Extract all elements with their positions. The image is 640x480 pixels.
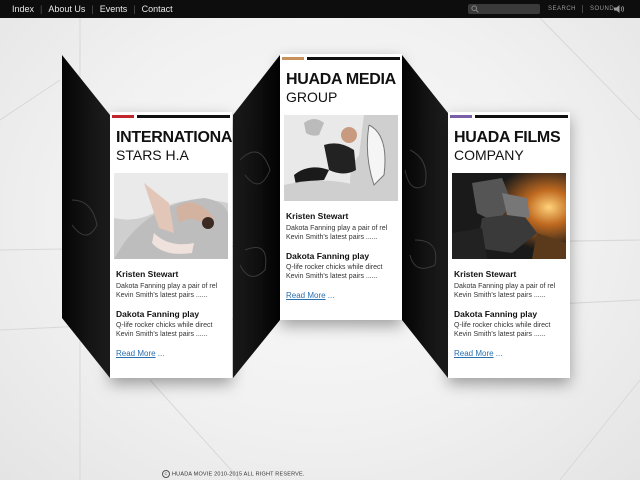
card-bar xyxy=(475,115,568,118)
card-subtitle: COMPANY xyxy=(454,147,524,163)
card-title: HUADA FILMS xyxy=(454,129,561,146)
card-bar xyxy=(137,115,230,118)
card-international-stars: INTERNATIONA STARS H.A Kristen Stewart D… xyxy=(110,112,232,378)
item-title[interactable]: Dakota Fanning play xyxy=(116,309,199,319)
item-title[interactable]: Kristen Stewart xyxy=(116,269,178,279)
card-photo[interactable] xyxy=(284,115,398,201)
card-title: HUADA MEDIA xyxy=(286,71,396,88)
read-more-link[interactable]: Read More ... xyxy=(454,349,502,358)
read-more-link[interactable]: Read More ... xyxy=(116,349,164,358)
card-subtitle: STARS H.A xyxy=(116,147,189,163)
item-title[interactable]: Kristen Stewart xyxy=(286,211,348,221)
item-text: Dakota Fanning play a pair of rel Kevin … xyxy=(286,225,388,241)
card-accent-bar xyxy=(450,115,472,118)
footer-copyright: C HUADA MOVIE 2010-2015 ALL RIGHT RESERVE… xyxy=(162,470,305,478)
photo-image xyxy=(114,173,228,259)
photo-image xyxy=(452,173,566,259)
item-title[interactable]: Dakota Fanning play xyxy=(454,309,537,319)
card-subtitle: GROUP xyxy=(286,89,338,105)
item-text: Q-life rocker chicks while direct Kevin … xyxy=(286,264,383,280)
copyright-icon: C xyxy=(162,470,170,478)
card-bar xyxy=(307,57,400,60)
card-title: INTERNATIONA xyxy=(116,129,233,146)
footer-text: HUADA MOVIE 2010-2015 ALL RIGHT RESERVE. xyxy=(172,471,305,478)
card-huada-films-company: HUADA FILMS COMPANY Kristen Stewart Dako… xyxy=(448,112,570,378)
card-huada-media-group: HUADA MEDIA GROUP Kristen Stewart Dakota… xyxy=(280,54,402,320)
photo-image xyxy=(284,115,398,201)
item-text: Dakota Fanning play a pair of rel Kevin … xyxy=(454,283,556,299)
card-accent-bar xyxy=(282,57,304,60)
card-photo[interactable] xyxy=(114,173,228,259)
item-title[interactable]: Kristen Stewart xyxy=(454,269,516,279)
card-photo[interactable] xyxy=(452,173,566,259)
card-accent-bar xyxy=(112,115,134,118)
item-text: Q-life rocker chicks while direct Kevin … xyxy=(454,322,551,338)
item-text: Q-life rocker chicks while direct Kevin … xyxy=(116,322,213,338)
item-title[interactable]: Dakota Fanning play xyxy=(286,251,369,261)
item-text: Dakota Fanning play a pair of rel Kevin … xyxy=(116,283,218,299)
read-more-link[interactable]: Read More ... xyxy=(286,291,334,300)
